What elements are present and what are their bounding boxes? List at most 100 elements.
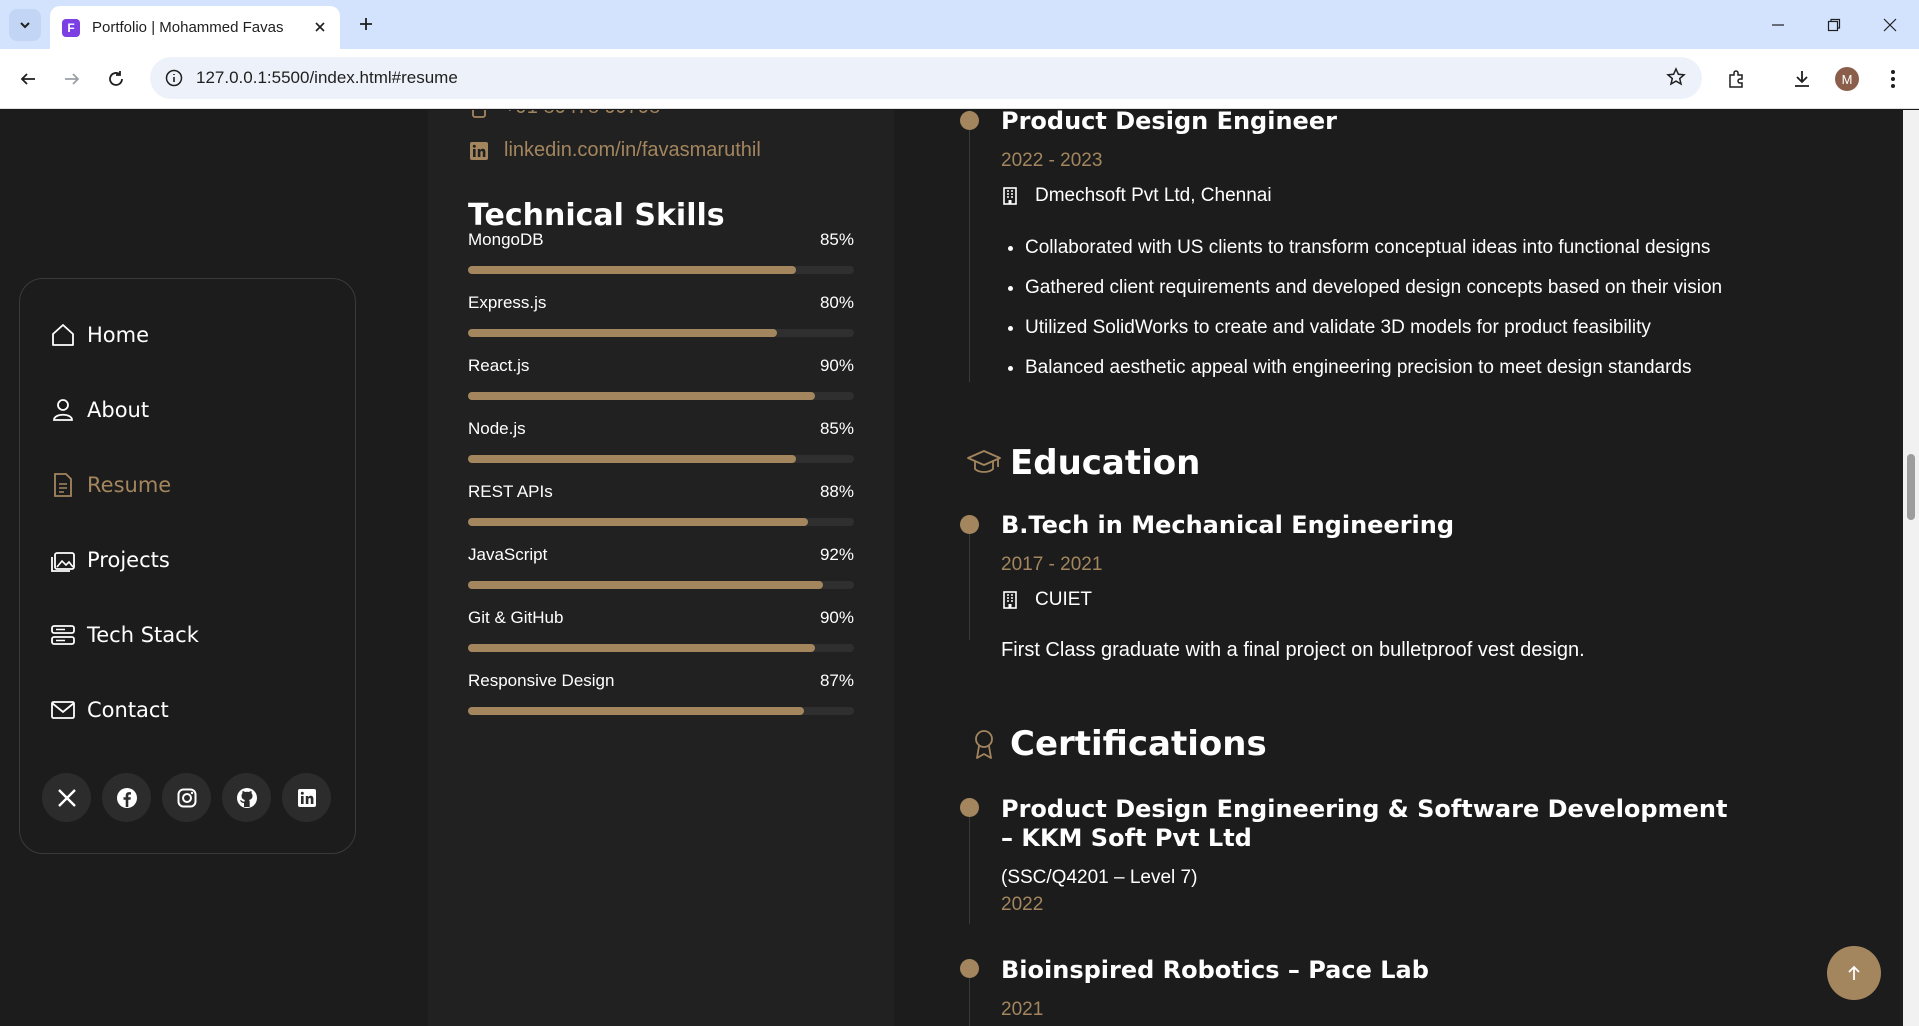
experience-bullet: Gathered client requirements and develop… <box>1025 268 1722 308</box>
address-bar[interactable]: 127.0.0.1:5500/index.html#resume <box>150 57 1702 99</box>
menu-dots-icon[interactable] <box>1877 63 1909 95</box>
skills-title: Technical Skills <box>468 198 725 233</box>
social-instagram[interactable] <box>162 773 211 822</box>
minimize-icon <box>1772 23 1784 26</box>
skill-progress-bar <box>468 518 854 526</box>
experience-org-text: Dmechsoft Pvt Ltd, Chennai <box>1035 185 1272 206</box>
document-icon <box>54 473 72 497</box>
nav-item-home[interactable]: Home <box>49 317 149 353</box>
social-links <box>42 773 331 822</box>
skill-row: Node.js 85% <box>468 419 854 439</box>
linkedin-link[interactable]: linkedin.com/in/favasmaruthil <box>504 139 761 162</box>
education-description: First Class graduate with a final projec… <box>1001 639 1585 661</box>
active-tab[interactable]: F Portfolio | Mohammed Favas <box>50 6 340 49</box>
skill-name: React.js <box>468 356 530 375</box>
nav-item-tech-stack[interactable]: Tech Stack <box>49 617 199 653</box>
skill-item: Git & GitHub 90% <box>468 608 854 652</box>
certification-title-line1: Product Design Engineering & Software De… <box>1001 795 1728 823</box>
skill-progress-bar <box>468 644 854 652</box>
facebook-icon <box>116 787 137 808</box>
profile-avatar[interactable]: M <box>1835 67 1859 91</box>
skill-row: JavaScript 92% <box>468 545 854 565</box>
skill-item: REST APIs 88% <box>468 482 854 526</box>
award-icon <box>975 730 993 759</box>
nav-item-resume[interactable]: Resume <box>49 467 171 503</box>
bookmark-star-icon[interactable] <box>1666 67 1686 92</box>
server-icon <box>51 625 75 645</box>
skill-name: Node.js <box>468 419 526 438</box>
page-scrollbar[interactable] <box>1903 110 1919 1026</box>
nav-item-about[interactable]: About <box>49 392 149 428</box>
skill-name: REST APIs <box>468 482 553 501</box>
education-heading: Education <box>966 443 1200 483</box>
phone-text: +91 80478 99798 <box>504 110 660 119</box>
education-title: B.Tech in Mechanical Engineering <box>1001 511 1455 539</box>
experience-bullets: Collaborated with US clients to transfor… <box>1025 228 1722 388</box>
skill-row: Responsive Design 87% <box>468 671 854 691</box>
timeline-line <box>969 516 970 640</box>
scrollbar-thumb[interactable] <box>1907 454 1915 520</box>
skill-percent: 87% <box>819 671 854 690</box>
skill-progress-fill <box>468 707 804 715</box>
social-github[interactable] <box>222 773 271 822</box>
social-facebook[interactable] <box>102 773 151 822</box>
restore-icon <box>1827 18 1841 31</box>
nav-label-home: Home <box>87 323 150 347</box>
forward-button[interactable] <box>56 63 88 95</box>
skill-item: Responsive Design 87% <box>468 671 854 715</box>
timeline-dot <box>960 515 979 534</box>
close-icon <box>1883 18 1897 31</box>
back-button[interactable] <box>12 63 44 95</box>
reload-button[interactable] <box>100 63 132 95</box>
minimize-button[interactable] <box>1750 0 1806 49</box>
education-org-text: CUIET <box>1035 589 1092 610</box>
skill-progress-bar <box>468 455 854 463</box>
social-x[interactable] <box>42 773 91 822</box>
timeline-line <box>969 970 970 1026</box>
skill-name: MongoDB <box>468 230 544 249</box>
experience-org: Dmechsoft Pvt Ltd, Chennai <box>1001 185 1272 207</box>
nav-item-contact[interactable]: Contact <box>49 692 169 728</box>
skill-item: Node.js 85% <box>468 419 854 463</box>
url-text: 127.0.0.1:5500/index.html#resume <box>196 68 458 87</box>
nav-item-projects[interactable]: Projects <box>49 542 170 578</box>
certification-title-line2: – KKM Soft Pvt Ltd <box>1001 824 1252 852</box>
skill-name: Responsive Design <box>468 671 615 690</box>
skill-item: JavaScript 92% <box>468 545 854 589</box>
nav-label-tech-stack: Tech Stack <box>87 623 199 647</box>
linkedin-line[interactable]: linkedin.com/in/favasmaruthil <box>468 139 761 162</box>
download-icon[interactable] <box>1786 63 1818 95</box>
extensions-icon[interactable] <box>1720 63 1752 95</box>
site-info-icon[interactable] <box>162 66 186 90</box>
scroll-to-top-button[interactable] <box>1827 946 1881 1000</box>
graduation-cap-icon <box>967 450 1001 473</box>
skill-name: Express.js <box>468 293 547 312</box>
skill-item: MongoDB 85% <box>468 230 854 274</box>
tab-close-button[interactable] <box>310 17 330 37</box>
certification-title: Product Design Engineering & Software De… <box>1001 795 1727 853</box>
arrow-up-icon <box>1848 965 1860 980</box>
close-window-button[interactable] <box>1862 0 1918 49</box>
new-tab-button[interactable] <box>352 10 380 38</box>
certification-date: 2022 <box>1001 894 1044 915</box>
skill-progress-bar <box>468 329 854 337</box>
experience-bullet: Balanced aesthetic appeal with engineeri… <box>1025 348 1722 388</box>
nav-label-about: About <box>87 398 150 422</box>
close-icon <box>315 22 325 32</box>
skill-percent: 92% <box>819 545 854 564</box>
tab-search-button[interactable] <box>9 9 41 41</box>
skill-row: Git & GitHub 90% <box>468 608 854 628</box>
restore-button[interactable] <box>1806 0 1862 49</box>
skill-name: Git & GitHub <box>468 608 564 627</box>
phone-icon <box>472 110 486 118</box>
social-linkedin[interactable] <box>282 773 331 822</box>
nav-label-contact: Contact <box>87 698 169 722</box>
skill-progress-fill <box>468 392 816 400</box>
browser-toolbar: 127.0.0.1:5500/index.html#resume <box>0 49 1919 109</box>
experience-bullet: Utilized SolidWorks to create and valida… <box>1025 308 1722 348</box>
timeline-line <box>969 110 970 382</box>
github-icon <box>236 787 257 808</box>
skill-row: MongoDB 85% <box>468 230 854 250</box>
tab-title: Portfolio | Mohammed Favas <box>92 19 284 36</box>
skill-name: JavaScript <box>468 545 548 564</box>
